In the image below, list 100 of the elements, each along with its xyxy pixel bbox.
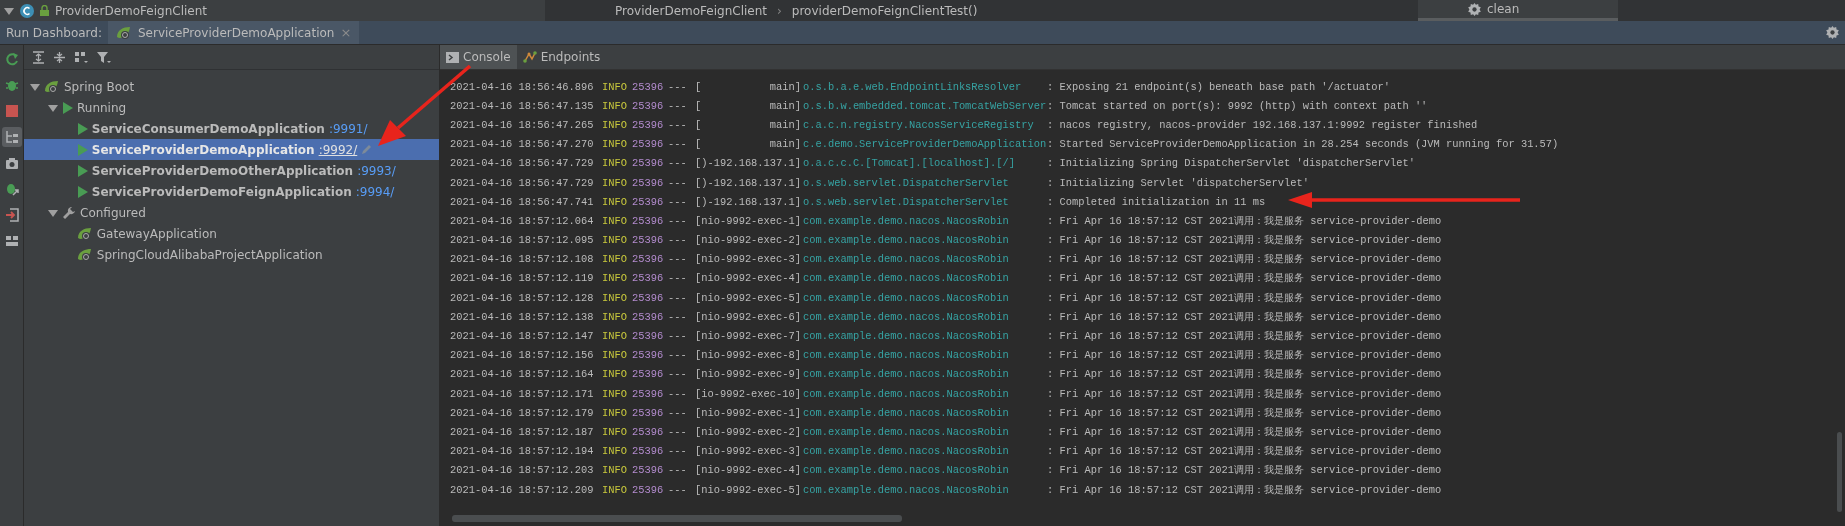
log-logger: com.example.demo.nacos.NacosRobin — [803, 272, 1010, 285]
log-timestamp: 2021-04-16 18:57:12.108 — [450, 253, 595, 266]
log-message: : Initializing Servlet 'dispatcherServlet' — [1047, 176, 1309, 189]
log-logger: com.example.demo.nacos.NacosRobin — [803, 464, 1010, 477]
log-separator: --- — [668, 157, 688, 170]
log-pid: 25396 — [632, 272, 665, 285]
log-level: INFO — [602, 387, 628, 400]
log-pid: 25396 — [632, 368, 665, 381]
console-icon — [446, 51, 459, 63]
console-tab[interactable]: Endpoints — [516, 45, 607, 69]
log-pid: 25396 — [632, 176, 665, 189]
log-thread: [nio-9992-exec-4] — [695, 272, 802, 285]
log-level: INFO — [602, 176, 628, 189]
log-separator: --- — [668, 406, 688, 419]
log-message: : Started ServiceProviderDemoApplication in 28.254 seconds (JVM running for 31.57) — [1047, 138, 1559, 151]
console-tab[interactable]: Console — [440, 45, 517, 69]
log-timestamp: 2021-04-16 18:56:47.741 — [450, 195, 595, 208]
tree-group-label[interactable]: Spring Boot — [64, 79, 135, 94]
port-link[interactable]: :9991/ — [328, 121, 368, 136]
log-message: : Fri Apr 16 18:57:12 CST 2021调用：我是服务 service-provider-demo — [1047, 252, 1442, 267]
log-pid: 25396 — [632, 99, 665, 112]
gear-icon[interactable] — [1468, 2, 1481, 16]
log-message: : Fri Apr 16 18:57:12 CST 2021调用：我是服务 service-provider-demo — [1047, 213, 1442, 228]
log-thread: [nio-9992-exec-4] — [695, 464, 802, 477]
log-separator: --- — [668, 349, 688, 362]
expand-caret-icon[interactable] — [30, 81, 40, 92]
log-thread: [nio-9992-exec-1] — [695, 214, 802, 227]
log-thread: [nio-9992-exec-3] — [695, 253, 802, 266]
log-message: : Tomcat started on port(s): 9992 (http) with context path '' — [1047, 99, 1428, 112]
log-thread: [nio-9992-exec-6] — [695, 310, 802, 323]
collapse-all-icon[interactable] — [53, 50, 66, 64]
filter-icon[interactable] — [97, 50, 112, 64]
port-link[interactable]: :9993/ — [357, 163, 396, 178]
log-level: INFO — [602, 138, 628, 151]
project-title: ProviderDemoFeignClient — [55, 3, 207, 18]
settings-icon[interactable] — [1826, 26, 1839, 39]
log-logger: o.s.b.w.embedded.tomcat.TomcatWebServer — [803, 99, 1047, 112]
log-timestamp: 2021-04-16 18:57:12.179 — [450, 406, 595, 419]
log-thread: [)-192.168.137.1] — [695, 176, 802, 189]
log-separator: --- — [668, 368, 688, 381]
tree-group-label[interactable]: Running — [77, 100, 127, 115]
log-pid: 25396 — [632, 483, 665, 496]
log-pid: 25396 — [632, 425, 665, 438]
log-separator: --- — [668, 118, 688, 131]
log-timestamp: 2021-04-16 18:57:12.064 — [450, 214, 595, 227]
expand-caret-icon[interactable] — [48, 102, 58, 113]
log-timestamp: 2021-04-16 18:57:12.095 — [450, 234, 595, 247]
play-icon — [62, 101, 73, 114]
expand-all-icon[interactable] — [32, 50, 45, 64]
log-message: : Fri Apr 16 18:57:12 CST 2021调用：我是服务 service-provider-demo — [1047, 233, 1442, 248]
log-pid: 25396 — [632, 253, 665, 266]
app-tree-item[interactable]: SpringCloudAlibabaProjectApplication — [24, 244, 439, 265]
tab-label: Console — [463, 50, 511, 64]
log-thread: [nio-9992-exec-7] — [695, 330, 802, 343]
log-logger: com.example.demo.nacos.NacosRobin — [803, 425, 1010, 438]
log-separator: --- — [668, 445, 688, 458]
port-link[interactable]: :9992/ — [318, 142, 358, 157]
app-tree-item[interactable]: ServiceProviderDemoApplication :9992/ — [24, 139, 439, 160]
log-pid: 25396 — [632, 138, 665, 151]
app-tree-item[interactable]: GatewayApplication — [24, 223, 439, 244]
menu-item[interactable]: clean — [1487, 2, 1520, 16]
log-pid: 25396 — [632, 464, 665, 477]
breadcrumb-item[interactable]: ProviderDemoFeignClient — [615, 3, 767, 18]
collapse-caret-icon[interactable] — [4, 5, 14, 16]
log-message: : Fri Apr 16 18:57:12 CST 2021调用：我是服务 service-provider-demo — [1047, 309, 1442, 324]
log-pid: 25396 — [632, 387, 665, 400]
log-message: : Fri Apr 16 18:57:12 CST 2021调用：我是服务 service-provider-demo — [1047, 290, 1442, 305]
log-timestamp: 2021-04-16 18:57:12.194 — [450, 445, 595, 458]
log-thread: [)-192.168.137.1] — [695, 195, 802, 208]
app-tree-item[interactable]: ServiceConsumerDemoApplication :9991/ — [24, 118, 439, 139]
log-thread: [nio-9992-exec-2] — [695, 425, 802, 438]
horizontal-scrollbar[interactable] — [452, 515, 902, 522]
expand-caret-icon[interactable] — [48, 207, 58, 218]
spring-leaf-icon — [116, 25, 132, 40]
log-separator: --- — [668, 138, 688, 151]
app-tree-item[interactable]: ServiceProviderDemoFeignApplication :9994/ — [24, 181, 439, 202]
breadcrumb-item[interactable]: providerDemoFeignClientTest() — [791, 3, 978, 18]
log-pid: 25396 — [632, 349, 665, 362]
log-timestamp: 2021-04-16 18:57:12.164 — [450, 368, 595, 381]
port-link[interactable]: :9994/ — [355, 184, 395, 199]
log-timestamp: 2021-04-16 18:56:47.265 — [450, 118, 595, 131]
tab-title: ServiceProviderDemoApplication — [138, 25, 335, 40]
log-logger: com.example.demo.nacos.NacosRobin — [803, 214, 1010, 227]
log-logger: com.example.demo.nacos.NacosRobin — [803, 253, 1010, 266]
play-icon — [76, 164, 88, 177]
app-tree-item[interactable]: ServiceProviderDemoOtherApplication :9993/ — [24, 160, 439, 181]
log-logger: o.s.b.a.e.web.EndpointLinksResolver — [803, 80, 1023, 93]
vertical-scrollbar[interactable] — [1837, 432, 1842, 512]
log-logger: com.example.demo.nacos.NacosRobin — [803, 387, 1010, 400]
log-separator: --- — [668, 176, 688, 189]
log-level: INFO — [602, 445, 628, 458]
log-timestamp: 2021-04-16 18:57:12.171 — [450, 387, 595, 400]
log-timestamp: 2021-04-16 18:56:46.896 — [450, 80, 595, 93]
group-icon[interactable] — [74, 50, 89, 64]
log-logger: com.example.demo.nacos.NacosRobin — [803, 330, 1010, 343]
log-logger: com.example.demo.nacos.NacosRobin — [803, 234, 1010, 247]
log-level: INFO — [602, 464, 628, 477]
dashboard-tab[interactable]: ServiceProviderDemoApplication × — [108, 21, 360, 44]
tree-group-label[interactable]: Configured — [80, 205, 146, 220]
log-separator: --- — [668, 272, 688, 285]
